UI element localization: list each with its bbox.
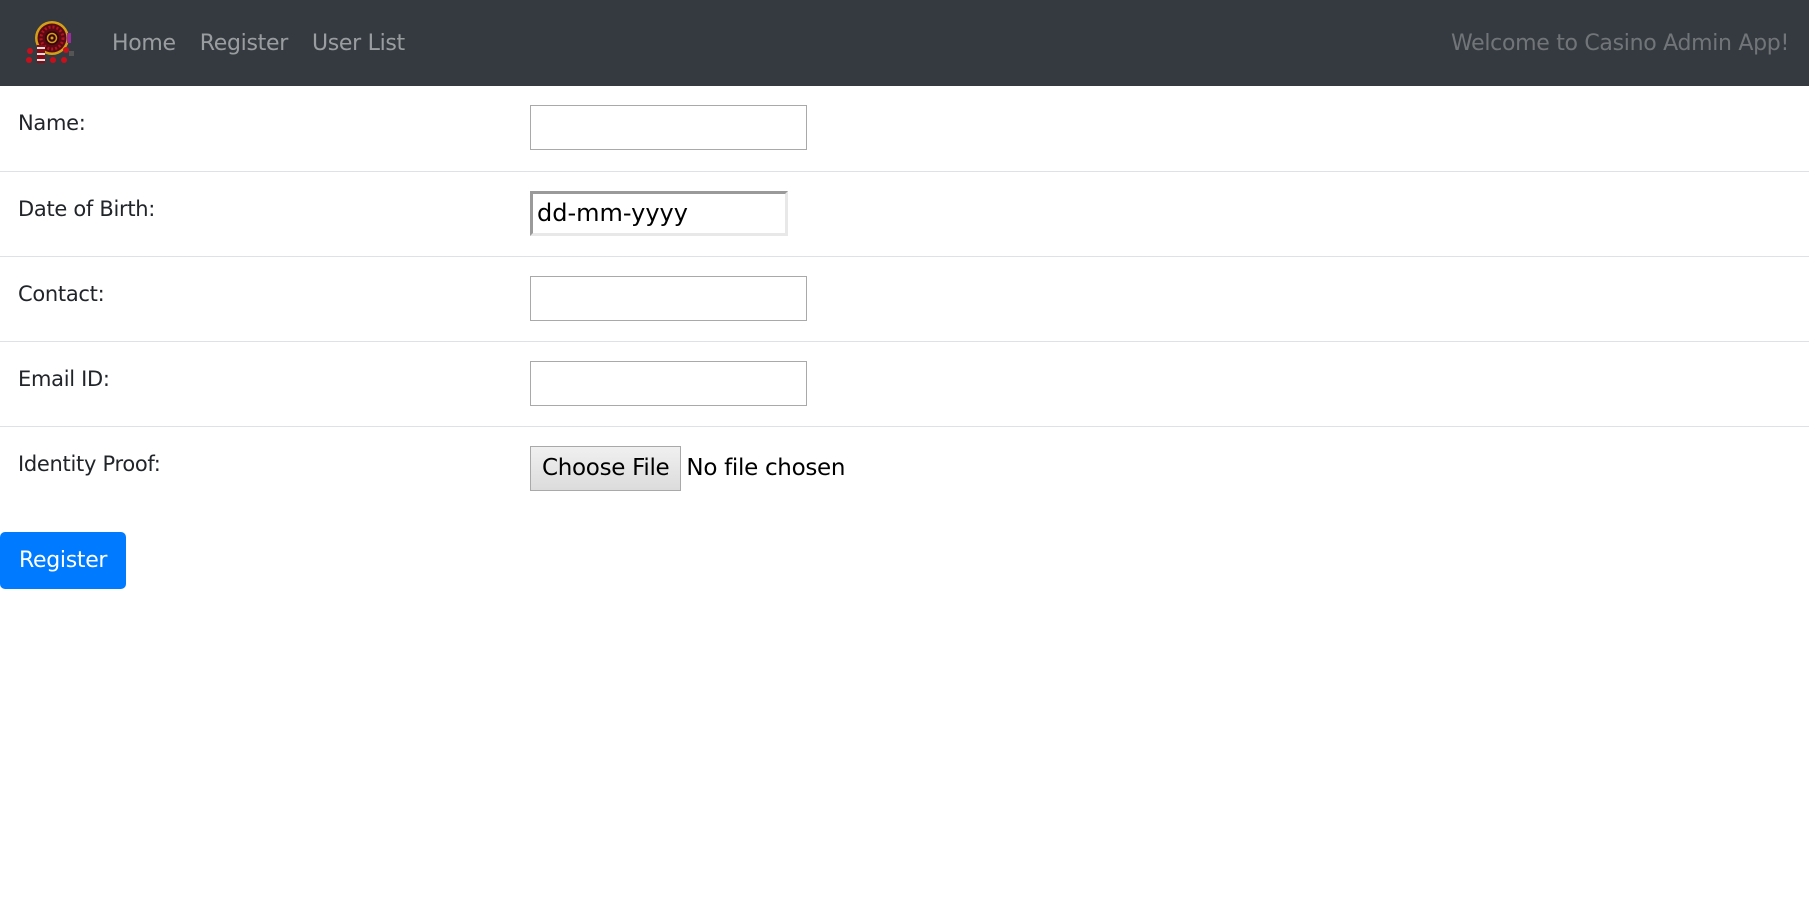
nav-link-user-list[interactable]: User List [312, 31, 405, 56]
register-submit-button[interactable]: Register [0, 532, 127, 589]
form-table: Name: Date of Birth: Contact: Email ID: … [0, 86, 1809, 511]
nav-link-register[interactable]: Register [200, 31, 288, 56]
name-input[interactable] [530, 105, 807, 150]
form-row-contact: Contact: [0, 255, 1809, 341]
form-row-identity-proof: Identity Proof: Choose File No file chos… [0, 425, 1809, 511]
form-row-email: Email ID: [0, 340, 1809, 426]
nav-link-home[interactable]: Home [112, 31, 176, 56]
nav-links: Home Register User List [112, 31, 429, 56]
dob-input[interactable] [530, 190, 788, 236]
casino-logo-icon[interactable] [24, 18, 76, 68]
welcome-text: Welcome to Casino Admin App! [1450, 30, 1789, 56]
navbar: Home Register User List Welcome to Casin… [0, 0, 1809, 86]
contact-label: Contact: [0, 255, 530, 341]
contact-input[interactable] [530, 275, 807, 321]
identity-proof-label: Identity Proof: [0, 425, 530, 511]
email-input[interactable] [530, 360, 807, 406]
file-input: Choose File No file chosen [530, 445, 1809, 491]
name-label: Name: [18, 111, 86, 135]
choose-file-button[interactable]: Choose File [530, 445, 682, 491]
dob-label: Date of Birth: [0, 170, 530, 256]
registration-form: Name: Date of Birth: Contact: Email ID: … [0, 86, 1809, 589]
email-label: Email ID: [0, 340, 530, 426]
form-row-name: Name: [0, 86, 1809, 171]
form-row-dob: Date of Birth: [0, 170, 1809, 256]
file-status-text: No file chosen [686, 455, 846, 481]
